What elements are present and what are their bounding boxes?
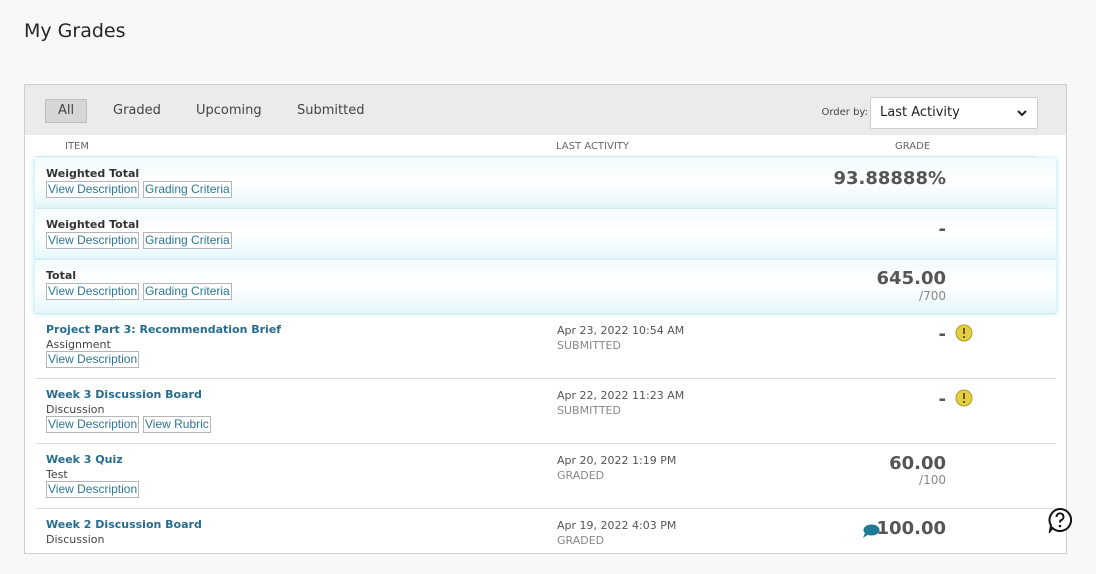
grade-item-row: Week 2 Discussion Board Discussion Apr 1… <box>35 509 1056 574</box>
grade-value: 93.88888% <box>833 168 946 189</box>
view-description-link[interactable]: View Description <box>46 283 140 300</box>
page-title: My Grades <box>24 20 126 42</box>
grade-possible: /700 <box>919 289 946 303</box>
view-description-link[interactable]: View Description <box>46 232 140 249</box>
item-title-link[interactable]: Week 2 Discussion Board <box>46 518 202 531</box>
item-name: Weighted Total <box>46 167 140 180</box>
order-by-label: Order by: <box>821 107 868 118</box>
grade-value: 645.00 <box>876 268 946 289</box>
activity-date: Apr 20, 2022 1:19 PM <box>557 454 677 467</box>
item-type: Assignment <box>46 338 111 351</box>
item-type: Test <box>46 468 68 481</box>
grade-item-row: Week 3 Quiz Test View Description Apr 20… <box>35 444 1056 509</box>
grade-item-row: Project Part 3: Recommendation Brief Ass… <box>35 314 1056 379</box>
activity-status: SUBMITTED <box>557 404 621 417</box>
column-grade: GRADE <box>895 141 931 152</box>
grading-criteria-link[interactable]: Grading Criteria <box>143 283 232 300</box>
grade-value: - <box>938 389 946 410</box>
chevron-down-icon <box>1017 110 1027 117</box>
activity-date: Apr 19, 2022 4:03 PM <box>557 519 677 532</box>
column-last-activity: LAST ACTIVITY <box>556 141 629 152</box>
view-rubric-link[interactable]: View Rubric <box>143 416 211 433</box>
activity-date: Apr 22, 2022 11:23 AM <box>557 389 685 402</box>
item-title-link[interactable]: Project Part 3: Recommendation Brief <box>46 323 281 336</box>
filter-bar: All Graded Upcoming Submitted Order by: … <box>25 85 1066 135</box>
filter-submitted[interactable]: Submitted <box>284 99 377 123</box>
filter-all[interactable]: All <box>45 99 88 123</box>
grade-value: - <box>938 219 946 240</box>
needs-grading-icon <box>955 324 973 342</box>
filter-graded[interactable]: Graded <box>100 99 174 123</box>
activity-date: Apr 23, 2022 10:54 AM <box>557 324 685 337</box>
filter-upcoming[interactable]: Upcoming <box>183 99 275 123</box>
view-description-link[interactable]: View Description <box>46 351 140 368</box>
column-item: ITEM <box>65 141 90 152</box>
summary-row: Total View Description Grading Criteria … <box>35 260 1056 314</box>
view-description-link[interactable]: View Description <box>46 416 140 433</box>
needs-grading-icon <box>955 389 973 407</box>
view-description-link[interactable]: View Description <box>46 181 140 198</box>
summary-row: Weighted Total View Description Grading … <box>35 209 1056 260</box>
item-name: Weighted Total <box>46 218 140 231</box>
summary-row: Weighted Total View Description Grading … <box>35 158 1056 209</box>
grade-possible: /100 <box>919 473 946 487</box>
activity-status: GRADED <box>557 534 605 547</box>
item-name: Total <box>46 269 77 282</box>
grade-value: 60.00 <box>889 453 946 474</box>
grade-value: - <box>938 324 946 345</box>
help-icon[interactable] <box>1047 507 1073 533</box>
item-title-link[interactable]: Week 3 Discussion Board <box>46 388 202 401</box>
grades-panel: All Graded Upcoming Submitted Order by: … <box>24 84 1067 554</box>
view-description-link[interactable]: View Description <box>46 481 140 498</box>
activity-status: SUBMITTED <box>557 339 621 352</box>
grading-criteria-link[interactable]: Grading Criteria <box>143 181 232 198</box>
grade-item-row: Week 3 Discussion Board Discussion View … <box>35 379 1056 444</box>
column-header: ITEM LAST ACTIVITY GRADE <box>35 135 1035 157</box>
order-by-value: Last Activity <box>880 105 960 120</box>
grading-criteria-link[interactable]: Grading Criteria <box>143 232 232 249</box>
order-by-select[interactable]: Last Activity <box>870 97 1038 129</box>
item-title-link[interactable]: Week 3 Quiz <box>46 453 123 466</box>
grade-value: 100.00 <box>876 518 946 539</box>
item-type: Discussion <box>46 403 105 416</box>
activity-status: GRADED <box>557 469 605 482</box>
